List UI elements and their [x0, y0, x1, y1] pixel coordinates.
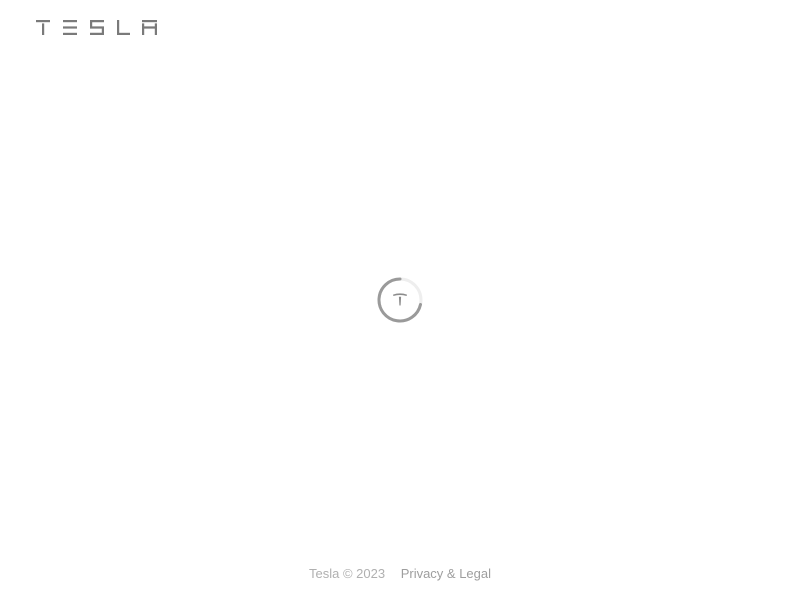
- footer: Tesla © 2023 Privacy & Legal: [0, 566, 800, 582]
- copyright-text: Tesla © 2023: [308, 566, 386, 581]
- tesla-t-spinner-icon: [377, 277, 423, 323]
- tesla-wordmark-icon: [36, 20, 157, 35]
- page: Tesla © 2023 Privacy & Legal: [0, 0, 800, 600]
- tesla-logo[interactable]: [36, 20, 157, 35]
- loading-spinner: [376, 276, 424, 324]
- privacy-legal-link[interactable]: Privacy & Legal: [401, 566, 491, 582]
